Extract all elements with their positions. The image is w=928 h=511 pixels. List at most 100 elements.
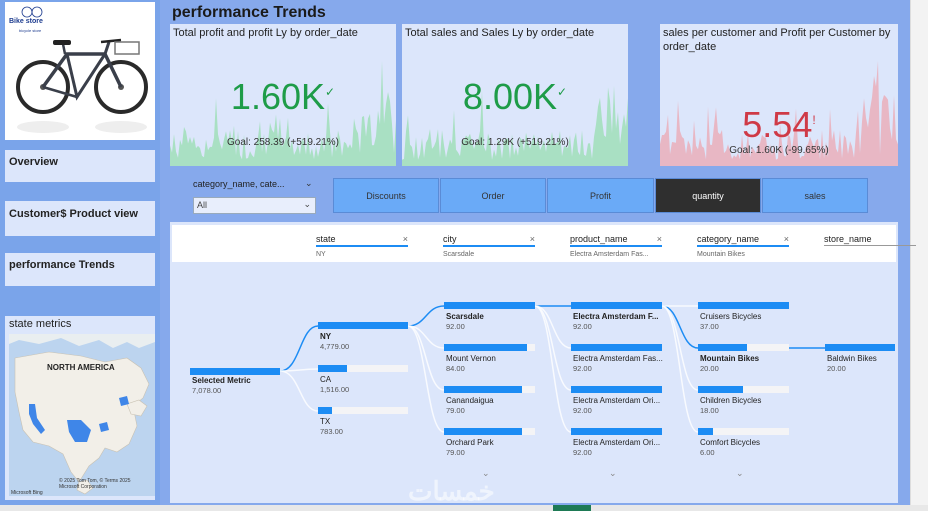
- decomposition-tree: state × NY city × Scarsdale product_name × …: [170, 222, 916, 503]
- map-credit: © 2025 Tom Tom, © Terms 2025 Microsoft C…: [59, 478, 131, 490]
- logo-text: Bike store: [9, 18, 43, 25]
- kpi-goal: Goal: 258.39 (+519.21%): [226, 137, 340, 148]
- tree-node-bar-fill: [698, 344, 748, 351]
- tree-node-bar-fill: [825, 344, 895, 351]
- tree-node-bar-fill: [571, 302, 662, 309]
- map-brand: Microsoft Bing: [11, 490, 43, 496]
- tree-node-bar-fill: [571, 428, 662, 435]
- tree-node-value: 92.00: [573, 364, 592, 373]
- kpi-value: 5.54!: [742, 104, 816, 145]
- kpi-status-icon: !: [812, 113, 816, 127]
- tree-node-bar[interactable]: [444, 344, 535, 351]
- tree-node-label: CA: [320, 375, 332, 384]
- tab-sales[interactable]: sales: [762, 178, 868, 213]
- slicer-label: category_name, cate...: [193, 179, 285, 189]
- tree-node-bar-fill: [698, 428, 713, 435]
- tree-node-value: 20.00: [827, 364, 846, 373]
- nav-customer-product-button[interactable]: Customer$ Product view: [5, 201, 155, 236]
- logo-subtext: bicycle store: [19, 28, 42, 33]
- tree-node-label: Baldwin Bikes: [827, 354, 877, 363]
- tree-node-bar[interactable]: [571, 344, 662, 351]
- tree-node-bar-fill: [318, 407, 333, 414]
- category-slicer-dropdown[interactable]: All ⌄: [193, 197, 316, 214]
- chevron-down-icon[interactable]: ⌄: [609, 468, 617, 479]
- tree-node-bar-fill: [318, 365, 347, 372]
- tree-node-bar[interactable]: [698, 302, 789, 309]
- slicer-selected-value: All: [197, 200, 208, 210]
- tree-node-bar[interactable]: [571, 386, 662, 393]
- tree-node-label: Comfort Bicycles: [700, 438, 761, 447]
- map-region-label: NORTH AMERICA: [47, 363, 115, 372]
- tree-node-value: 79.00: [446, 406, 465, 415]
- column-state-value: NY: [316, 251, 326, 258]
- tab-profit[interactable]: Profit: [547, 178, 654, 213]
- close-icon[interactable]: ×: [657, 234, 662, 244]
- tree-node-bar-fill: [571, 386, 662, 393]
- nav-performance-trends-button[interactable]: performance Trends: [5, 253, 155, 286]
- kpi-status-icon: ✓: [557, 85, 568, 99]
- tree-node-bar[interactable]: [318, 365, 408, 372]
- state-metrics-card: state metrics NORTH AMERICA © 2025 Tom T…: [5, 316, 155, 500]
- kpi-title: Total profit and profit Ly by order_date: [173, 27, 358, 39]
- close-icon[interactable]: ×: [530, 234, 535, 244]
- column-category-name[interactable]: category_name ×: [697, 234, 789, 247]
- column-store-name[interactable]: store_name: [824, 234, 916, 246]
- tree-node-bar[interactable]: [698, 386, 789, 393]
- column-product-name[interactable]: product_name ×: [570, 234, 662, 247]
- tree-node-bar-fill: [444, 386, 523, 393]
- bottom-bar: [0, 505, 928, 511]
- tree-node-label: NY: [320, 332, 332, 341]
- tree-node-value: 37.00: [700, 322, 719, 331]
- tab-discounts[interactable]: Discounts: [333, 178, 439, 213]
- tree-node-bar-fill: [444, 428, 523, 435]
- kpi-value: 8.00K✓: [462, 76, 568, 117]
- close-icon[interactable]: ×: [784, 234, 789, 244]
- tree-node-value: 783.00: [320, 427, 343, 436]
- tree-node-value: 20.00: [700, 364, 719, 373]
- tree-node-bar[interactable]: [444, 302, 535, 309]
- bike-store-logo: Bike store bicycle store: [5, 2, 155, 140]
- tree-node-bar-fill: [444, 344, 527, 351]
- tree-node-label: Children Bicycles: [700, 396, 762, 405]
- tree-node-value: 92.00: [573, 448, 592, 457]
- column-state[interactable]: state ×: [316, 234, 408, 247]
- tree-node-bar-fill: [698, 386, 743, 393]
- tree-node-bar[interactable]: [571, 428, 662, 435]
- tab-quantity[interactable]: quantity: [655, 178, 761, 213]
- kpi-card-sales[interactable]: Total sales and Sales Ly by order_date 8…: [402, 24, 628, 166]
- column-city[interactable]: city ×: [443, 234, 535, 247]
- tree-node-label: Mountain Bikes: [700, 354, 760, 363]
- tree-node-value: 7,078.00: [192, 386, 222, 395]
- tree-node-bar[interactable]: [318, 322, 408, 329]
- tree-node-bar[interactable]: [825, 344, 895, 351]
- kpi-title: Total sales and Sales Ly by order_date: [405, 27, 595, 39]
- tree-node-value: 4,779.00: [320, 342, 350, 351]
- nav-overview-button[interactable]: Overview: [5, 150, 155, 182]
- tree-node-bar[interactable]: [698, 344, 789, 351]
- kpi-card-per-customer[interactable]: sales per customer and Profit per Custom…: [660, 24, 898, 166]
- tree-node-bar[interactable]: [444, 428, 535, 435]
- kpi-goal: Goal: 1.29K (+519.21%): [461, 137, 569, 148]
- tree-node-bar[interactable]: [190, 368, 280, 375]
- close-icon[interactable]: ×: [403, 234, 408, 244]
- tree-node-bar[interactable]: [571, 302, 662, 309]
- tree-node-label: Electra Amsterdam Ori...: [573, 438, 661, 447]
- tree-node-bar[interactable]: [698, 428, 789, 435]
- tree-links: [279, 305, 825, 433]
- tree-node-bar[interactable]: [444, 386, 535, 393]
- tree-node-value: 92.00: [446, 322, 465, 331]
- tree-node-bar[interactable]: [318, 407, 408, 414]
- kpi-card-profit[interactable]: Total profit and profit Ly by order_date…: [170, 24, 396, 166]
- tree-node-label: Scarsdale: [446, 312, 484, 321]
- tree-node-value: 84.00: [446, 364, 465, 373]
- tree-node-bar-fill: [318, 322, 408, 329]
- state-metrics-title: state metrics: [9, 318, 72, 330]
- column-city-value: Scarsdale: [443, 251, 475, 258]
- kpi-goal: Goal: 1.60K (-99.65%): [729, 145, 829, 156]
- map-shapes: [9, 334, 155, 495]
- north-america-map[interactable]: NORTH AMERICA © 2025 Tom Tom, © Terms 20…: [9, 334, 155, 496]
- chevron-down-icon[interactable]: ⌄: [305, 178, 313, 189]
- chevron-down-icon[interactable]: ⌄: [736, 468, 744, 479]
- tab-order[interactable]: Order: [440, 178, 546, 213]
- page-title: performance Trends: [172, 4, 326, 21]
